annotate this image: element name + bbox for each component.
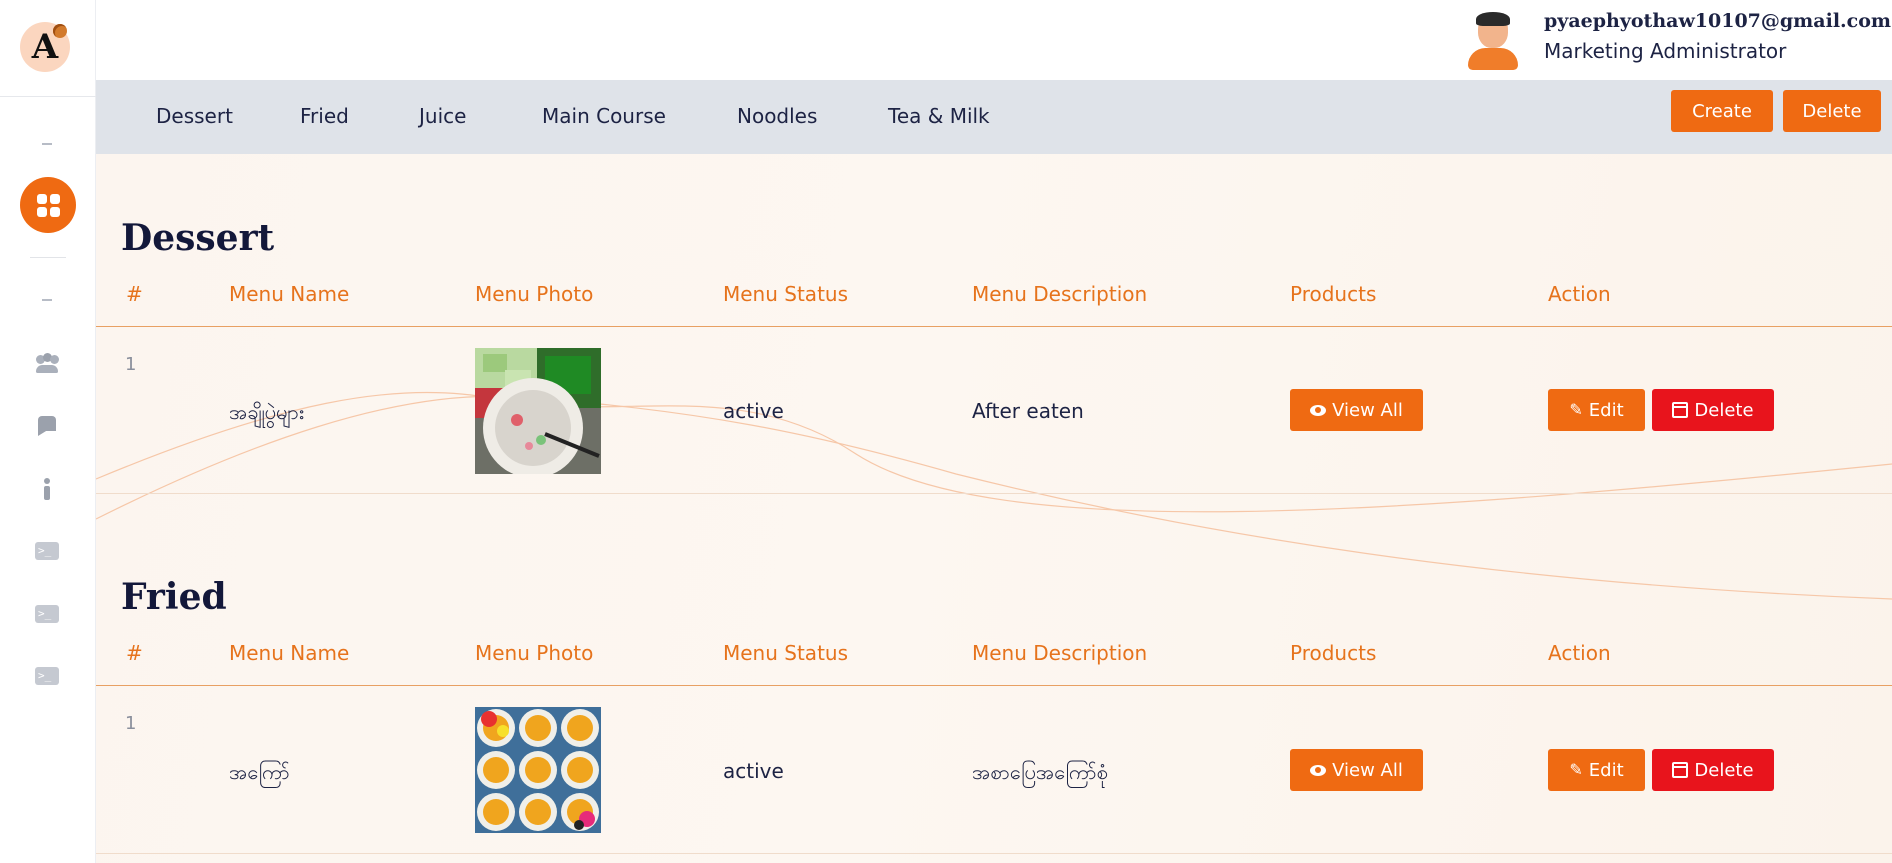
edit-label: Edit [1588, 759, 1624, 781]
sidebar-item-terminal-3[interactable]: >_ [34, 665, 60, 687]
section-title-fried: Fried [121, 576, 227, 618]
menu-photo[interactable] [475, 348, 601, 474]
col-header-menu-photo: Menu Photo [475, 282, 594, 306]
info-icon [43, 478, 51, 500]
avatar[interactable] [1466, 10, 1520, 70]
col-header-menu-name: Menu Name [229, 641, 350, 665]
table-header-divider [96, 685, 1892, 686]
user-email: pyaephyothaw10107@gmail.com [1544, 10, 1891, 32]
col-header-menu-status: Menu Status [723, 641, 848, 665]
edit-icon: ✎ [1569, 400, 1583, 419]
dash-icon [42, 299, 52, 301]
menu-photo[interactable] [475, 707, 601, 833]
avatar-shirt [1468, 48, 1518, 70]
terminal-icon: >_ [35, 542, 59, 560]
col-header-menu-name: Menu Name [229, 282, 350, 306]
edit-icon: ✎ [1569, 760, 1583, 779]
trash-icon [1672, 762, 1689, 778]
delete-row-button[interactable]: Delete [1652, 749, 1774, 791]
menu-status: active [723, 759, 784, 783]
menu-name: အချိုပွဲများ [229, 400, 304, 424]
sidebar-item-chat[interactable] [34, 415, 60, 437]
dessert-photo-image [475, 348, 601, 474]
grid-square-icon [36, 193, 47, 204]
eye-icon [1310, 404, 1327, 416]
edit-button[interactable]: ✎ Edit [1548, 749, 1645, 791]
col-header-menu-description: Menu Description [972, 282, 1148, 306]
delete-row-button[interactable]: Delete [1652, 389, 1774, 431]
terminal-icon: >_ [35, 605, 59, 623]
row-divider [96, 853, 1892, 854]
avatar-hair [1476, 12, 1510, 26]
tab-dessert[interactable]: Dessert [156, 104, 233, 128]
row-number: 1 [125, 354, 137, 375]
user-head-icon [50, 355, 59, 364]
edit-button[interactable]: ✎ Edit [1548, 389, 1645, 431]
users-body-icon [36, 365, 58, 373]
grid-square-icon [49, 193, 60, 204]
sidebar-item-info[interactable] [34, 478, 60, 500]
tab-noodles[interactable]: Noodles [737, 104, 817, 128]
menu-name: အကြော် [229, 760, 290, 784]
terminal-icon: >_ [35, 667, 59, 685]
col-header-menu-photo: Menu Photo [475, 641, 594, 665]
col-header-number: # [126, 641, 143, 665]
row-number: 1 [125, 713, 137, 734]
cookie-icon [53, 24, 67, 38]
view-all-button[interactable]: View All [1290, 389, 1423, 431]
col-header-number: # [126, 282, 143, 306]
tab-tea-milk[interactable]: Tea & Milk [888, 104, 990, 128]
chat-icon [38, 416, 56, 436]
tab-main-course[interactable]: Main Course [542, 104, 666, 128]
tab-fried[interactable]: Fried [300, 104, 349, 128]
delete-label: Delete [1694, 399, 1754, 421]
sidebar: A >_ >_ >_ [0, 0, 96, 863]
col-header-action: Action [1548, 282, 1611, 306]
view-all-label: View All [1332, 399, 1403, 421]
row-divider [96, 493, 1892, 494]
col-header-menu-description: Menu Description [972, 641, 1148, 665]
edit-label: Edit [1588, 399, 1624, 421]
users-icon[interactable] [34, 353, 60, 375]
section-title-dessert: Dessert [121, 217, 275, 259]
tab-juice[interactable]: Juice [419, 104, 466, 128]
col-header-action: Action [1548, 641, 1611, 665]
user-role: Marketing Administrator [1544, 39, 1787, 63]
create-button[interactable]: Create [1671, 90, 1773, 132]
view-all-label: View All [1332, 759, 1403, 781]
dash-icon [42, 143, 52, 145]
col-header-products: Products [1290, 282, 1377, 306]
delete-all-button[interactable]: Delete [1783, 90, 1881, 132]
sidebar-divider [30, 257, 66, 258]
main-content: Dessert # Menu Name Menu Photo Menu Stat… [96, 154, 1892, 863]
grid-square-icon [36, 206, 47, 217]
menu-description: After eaten [972, 399, 1084, 423]
top-header: pyaephyothaw10107@gmail.com Marketing Ad… [96, 0, 1892, 80]
app-logo[interactable]: A [20, 22, 70, 72]
category-tab-bar: Dessert Fried Juice Main Course Noodles … [96, 80, 1892, 154]
dashboard-button[interactable] [20, 177, 76, 233]
delete-label: Delete [1694, 759, 1754, 781]
menu-status: active [723, 399, 784, 423]
fried-photo-image [475, 707, 601, 833]
sidebar-item-terminal-2[interactable]: >_ [34, 603, 60, 625]
col-header-menu-status: Menu Status [723, 282, 848, 306]
sidebar-item-terminal-1[interactable]: >_ [34, 540, 60, 562]
view-all-button[interactable]: View All [1290, 749, 1423, 791]
menu-description: အစာပြေအကြော်စုံ [972, 760, 1108, 784]
logo-divider [0, 96, 96, 97]
table-header-divider [96, 326, 1892, 327]
trash-icon [1672, 402, 1689, 418]
col-header-products: Products [1290, 641, 1377, 665]
grid-square-icon [49, 206, 60, 217]
eye-icon [1310, 764, 1327, 776]
